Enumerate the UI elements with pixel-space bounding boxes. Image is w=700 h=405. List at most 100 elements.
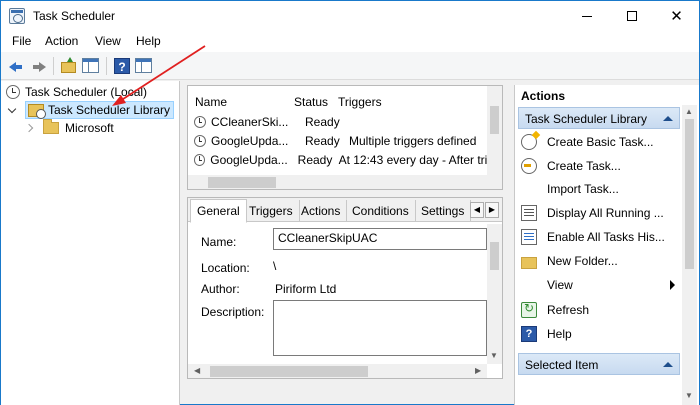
show-hide-action-pane-button[interactable]	[134, 56, 154, 76]
menu-help[interactable]: Help	[136, 34, 161, 48]
action-view[interactable]: View	[521, 275, 681, 295]
scroll-down-icon[interactable]: ▼	[490, 351, 498, 360]
actions-pane-title: Actions	[521, 89, 566, 103]
task-name-field[interactable]: CCleanerSkipUAC	[273, 228, 487, 250]
help-icon: ?	[114, 58, 130, 74]
column-header-triggers[interactable]: Triggers	[338, 95, 382, 109]
clock-icon	[6, 85, 20, 99]
submenu-arrow-icon	[670, 280, 675, 290]
scroll-right-icon[interactable]: ▶	[475, 366, 481, 375]
scrollbar-thumb[interactable]	[210, 366, 368, 377]
action-import-task[interactable]: Import Task...	[521, 179, 681, 199]
task-icon	[194, 154, 206, 166]
action-pane-icon	[135, 58, 152, 73]
tab-scroll-left-button[interactable]: ◀	[470, 202, 484, 218]
tab-actions[interactable]: Actions	[295, 200, 348, 222]
actions-section-library[interactable]: Task Scheduler Library	[518, 107, 680, 129]
show-hide-console-tree-button[interactable]	[81, 56, 101, 76]
library-folder-icon	[28, 103, 46, 119]
action-label: Help	[547, 327, 572, 341]
column-header-name[interactable]: Name	[195, 95, 227, 109]
folder-icon	[43, 119, 59, 134]
blank-icon	[521, 277, 537, 293]
detail-vertical-scrollbar[interactable]: ▼	[487, 224, 502, 364]
console-tree: Task Scheduler (Local) Task Scheduler Li…	[1, 81, 180, 405]
tree-item-label: Task Scheduler (Local)	[25, 85, 148, 99]
tree-item-root[interactable]: Task Scheduler (Local)	[6, 83, 147, 101]
collapse-arrow-icon[interactable]	[663, 362, 673, 367]
action-label: View	[547, 278, 573, 292]
menu-view[interactable]: View	[95, 34, 121, 48]
task-triggers: At 12:43 every day - After trig	[338, 153, 494, 167]
task-scheduler-app-icon	[9, 8, 25, 24]
tab-scroll-right-button[interactable]: ▶	[485, 202, 499, 218]
task-name: GoogleUpda...	[211, 134, 289, 148]
table-row[interactable]: GoogleUpda... Ready Multiple triggers de…	[194, 132, 494, 150]
scrollbar-thumb[interactable]	[685, 119, 694, 269]
back-button[interactable]	[7, 56, 27, 76]
scroll-left-icon[interactable]: ◀	[194, 366, 200, 375]
detail-horizontal-scrollbar[interactable]: ◀ ▶	[188, 364, 487, 378]
task-list-horizontal-scrollbar[interactable]	[188, 175, 502, 189]
name-label: Name:	[201, 235, 237, 249]
selected-tree-item[interactable]: Task Scheduler Library	[25, 101, 175, 119]
scroll-up-icon[interactable]: ▲	[685, 107, 693, 116]
tree-item-microsoft[interactable]: Microsoft	[25, 119, 114, 137]
action-new-folder[interactable]: New Folder...	[521, 251, 681, 271]
author-value: Piriform Ltd	[275, 282, 337, 296]
menu-bar: File Action View Help	[1, 31, 699, 52]
help-icon: ?	[521, 326, 537, 342]
create-task-icon	[521, 158, 537, 174]
action-refresh[interactable]: Refresh	[521, 300, 681, 320]
author-label: Author:	[201, 282, 240, 296]
action-label: Refresh	[547, 303, 590, 317]
action-label: Create Task...	[547, 159, 621, 173]
collapse-arrow-icon[interactable]	[663, 116, 673, 121]
action-create-basic-task[interactable]: Create Basic Task...	[521, 132, 681, 152]
forward-button[interactable]	[29, 56, 49, 76]
task-triggers: Multiple triggers defined	[349, 134, 477, 148]
toolbar: ?	[1, 52, 699, 80]
task-icon	[194, 135, 206, 147]
task-status: Ready	[297, 153, 333, 167]
table-row[interactable]: CCleanerSki... Ready	[194, 113, 494, 131]
action-label: New Folder...	[547, 254, 618, 268]
window-title: Task Scheduler	[33, 9, 116, 23]
actions-section-selected-item[interactable]: Selected Item	[518, 353, 680, 375]
tab-settings[interactable]: Settings	[415, 200, 472, 222]
close-button[interactable]: ✕	[654, 1, 699, 31]
chevron-right-icon[interactable]	[25, 122, 37, 134]
action-create-task[interactable]: Create Task...	[521, 156, 681, 176]
action-label: Create Basic Task...	[547, 135, 654, 149]
actions-vertical-scrollbar[interactable]: ▲ ▼	[682, 105, 697, 405]
tab-general[interactable]: General	[190, 199, 247, 223]
help-toolbar-button[interactable]: ?	[112, 56, 132, 76]
action-display-running[interactable]: Display All Running ...	[521, 203, 681, 223]
column-header-status[interactable]: Status	[294, 95, 328, 109]
minimize-button[interactable]	[564, 1, 609, 31]
action-enable-history[interactable]: Enable All Tasks His...	[521, 227, 681, 247]
description-field[interactable]	[273, 300, 487, 356]
folder-icon	[521, 256, 537, 269]
task-list: Name Status Triggers CCleanerSki... Read…	[187, 85, 503, 190]
tab-triggers[interactable]: Triggers	[243, 200, 300, 222]
scrollbar-thumb[interactable]	[490, 106, 499, 134]
tree-item-library[interactable]: Task Scheduler Library	[7, 101, 175, 119]
scrollbar-thumb[interactable]	[208, 177, 276, 188]
chevron-down-icon[interactable]	[7, 104, 19, 116]
task-list-vertical-scrollbar[interactable]	[487, 86, 502, 175]
maximize-icon	[626, 11, 637, 21]
tab-conditions[interactable]: Conditions	[346, 200, 416, 222]
scroll-down-icon[interactable]: ▼	[685, 391, 693, 400]
tree-item-label: Microsoft	[65, 121, 114, 135]
up-one-level-button[interactable]	[59, 56, 79, 76]
task-detail-pane: General Triggers Actions Conditions Sett…	[187, 197, 503, 379]
menu-action[interactable]: Action	[45, 34, 78, 48]
scrollbar-thumb[interactable]	[490, 242, 499, 270]
create-basic-task-icon	[521, 134, 537, 150]
action-help[interactable]: ? Help	[521, 324, 681, 344]
title-bar: Task Scheduler ✕	[1, 1, 699, 31]
maximize-button[interactable]	[609, 1, 654, 31]
table-row[interactable]: GoogleUpda... Ready At 12:43 every day -…	[194, 151, 494, 169]
menu-file[interactable]: File	[12, 34, 31, 48]
